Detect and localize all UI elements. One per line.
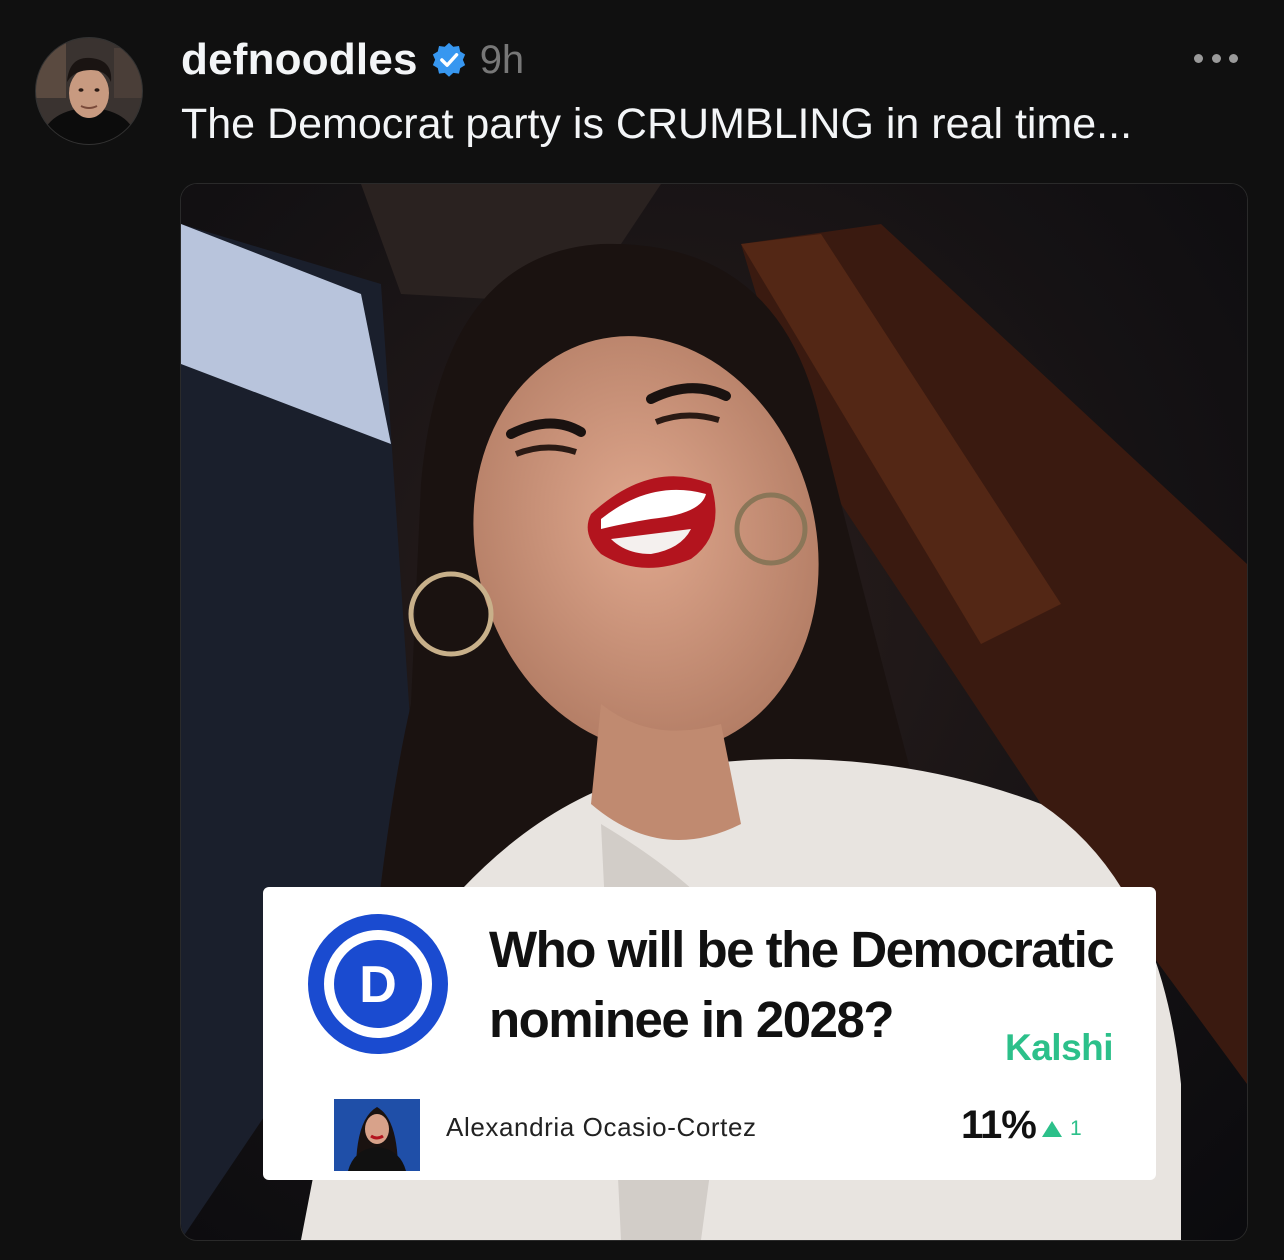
dot bbox=[1194, 53, 1203, 63]
post-header: defnoodles 9h bbox=[181, 30, 524, 90]
candidate-name: Alexandria Ocasio-Cortez bbox=[446, 1112, 757, 1142]
brand-name: Kalshi bbox=[1005, 1027, 1114, 1068]
candidate-photo bbox=[334, 1099, 420, 1171]
dot bbox=[1229, 53, 1238, 63]
avatar[interactable] bbox=[36, 38, 142, 144]
logo-letter: D bbox=[359, 956, 397, 1014]
more-options-icon[interactable] bbox=[1194, 48, 1238, 68]
democratic-party-logo: D bbox=[308, 914, 448, 1054]
trend-indicator: 1 bbox=[1042, 1117, 1082, 1141]
post-caption: The Democrat party is CRUMBLING in real … bbox=[181, 100, 1133, 148]
post-image[interactable]: D Who will be the Democratic nominee in … bbox=[181, 184, 1247, 1240]
candidate-percent: 11% bbox=[961, 1103, 1037, 1147]
dot bbox=[1211, 53, 1221, 63]
trend-change: 1 bbox=[1070, 1117, 1082, 1140]
post-time: 9h bbox=[479, 37, 525, 82]
thread-post: defnoodles 9h The Democrat party is CRUM… bbox=[0, 0, 1284, 1260]
prediction-card: D Who will be the Democratic nominee in … bbox=[263, 887, 1156, 1180]
up-arrow-icon bbox=[1042, 1121, 1062, 1137]
avatar-image bbox=[36, 38, 142, 144]
verified-badge-icon bbox=[432, 42, 465, 77]
username[interactable]: defnoodles bbox=[181, 35, 418, 85]
